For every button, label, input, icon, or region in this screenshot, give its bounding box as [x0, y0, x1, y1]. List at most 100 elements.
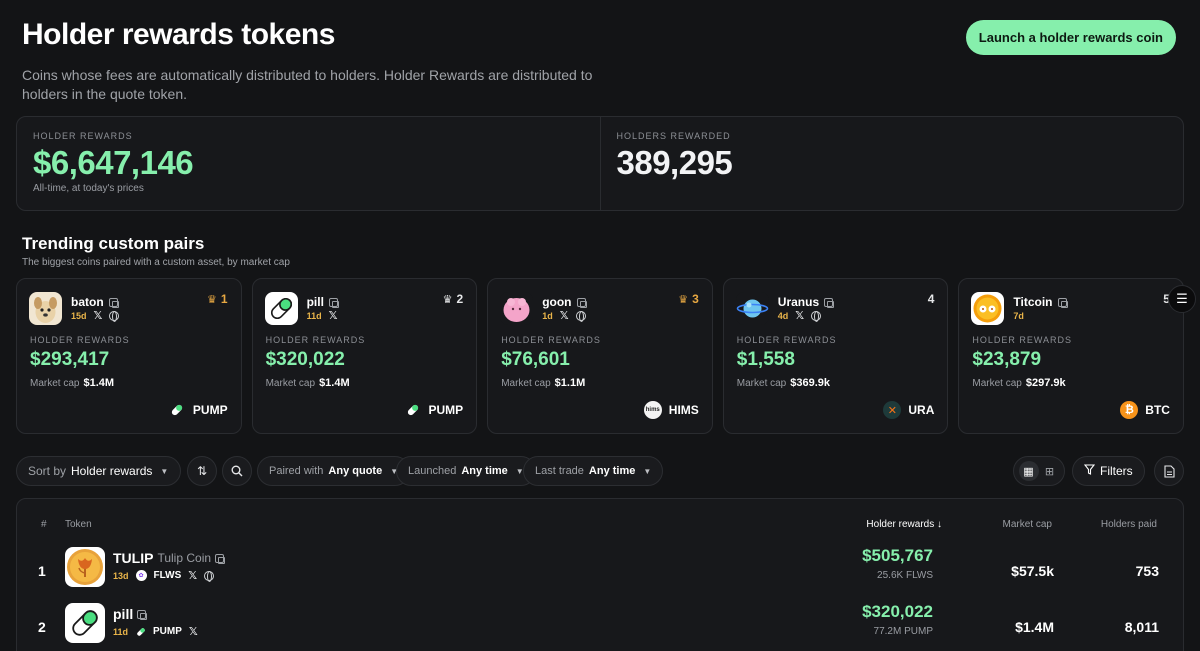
trending-card[interactable]: pill 11d 𝕏 ♛ 2 HOLDER REWARDS $320,022 Ma…: [251, 278, 478, 434]
row-meta: 13d ✿ FLWS 𝕏: [113, 570, 215, 582]
page-subtitle: Coins whose fees are automatically distr…: [22, 67, 593, 102]
trending-subtitle: The biggest coins paired with a custom a…: [22, 257, 290, 268]
filters-button[interactable]: Filters: [1072, 456, 1145, 486]
chevron-down-icon: ▼: [643, 466, 652, 476]
chevron-down-icon: ▼: [160, 466, 169, 476]
stat-value: 389,295: [616, 144, 733, 181]
holder-rewards-stat: HOLDER REWARDS $6,647,146 All-time, at t…: [17, 117, 600, 210]
pill-avatar-icon: [264, 292, 298, 325]
trending-title: Trending custom pairs: [22, 234, 205, 253]
card-rewards-value: $320,022: [265, 349, 345, 370]
row-rank: 1: [38, 563, 46, 579]
hims-icon: hims: [643, 401, 662, 419]
crown-icon: ♛: [442, 293, 453, 306]
view-toggle: ▦ ⊞: [1013, 456, 1065, 486]
row-token-name: TULIP Tulip Coin: [113, 550, 226, 566]
x-twitter-icon[interactable]: 𝕏: [188, 570, 197, 581]
stat-label: HOLDER REWARDS: [33, 131, 133, 141]
search-icon[interactable]: [222, 456, 252, 486]
copy-icon[interactable]: [824, 297, 835, 308]
page-header: Holder rewards tokens Coins whose fees a…: [22, 18, 662, 104]
row-market-cap: $1.4M: [1015, 619, 1054, 635]
card-quote-token: hims HIMS: [643, 401, 699, 419]
token-age: 13d: [113, 570, 129, 581]
column-header-holders-paid[interactable]: Holders paid: [1101, 519, 1157, 530]
launched-dropdown[interactable]: Launched Any time ▼: [396, 456, 536, 486]
card-rank: 4: [927, 292, 935, 306]
card-market-cap: Market cap $369.9k: [736, 377, 831, 389]
stat-value: $6,647,146: [33, 144, 194, 181]
card-rewards-label: HOLDER REWARDS: [501, 335, 601, 345]
flws-icon: ✿: [135, 570, 147, 581]
card-rewards-value: $293,417: [30, 349, 110, 370]
card-rank: ♛ 3: [678, 292, 699, 306]
card-rewards-value: $1,558: [736, 349, 795, 370]
row-holders-paid: 8,011: [1124, 619, 1159, 635]
card-quote-token: ₿ BTC: [1120, 401, 1170, 419]
card-meta: 1d 𝕏: [542, 311, 586, 322]
row-rank: 2: [38, 619, 46, 635]
grid-view-icon[interactable]: ⊞: [1040, 461, 1060, 481]
tulip-avatar-icon: [65, 547, 105, 587]
token-age: 7d: [1013, 311, 1024, 321]
pink-blob-avatar-icon: [500, 292, 534, 325]
card-quote-token: PUMP: [404, 401, 463, 419]
x-twitter-icon[interactable]: 𝕏: [329, 311, 338, 322]
globe-icon[interactable]: [204, 570, 215, 582]
trending-card[interactable]: baton 15d 𝕏 ♛ 1 HOLDER REWARDS $293,417 M…: [16, 278, 242, 434]
x-twitter-icon[interactable]: 𝕏: [560, 311, 569, 322]
copy-icon[interactable]: [108, 297, 119, 308]
globe-icon[interactable]: [109, 311, 120, 322]
card-quote-token: PUMP: [168, 401, 228, 419]
trending-cards: baton 15d 𝕏 ♛ 1 HOLDER REWARDS $293,417 M…: [16, 278, 1184, 434]
x-twitter-icon[interactable]: 𝕏: [94, 311, 103, 322]
export-file-icon[interactable]: [1154, 456, 1184, 486]
card-rewards-label: HOLDER REWARDS: [265, 335, 366, 345]
card-rewards-label: HOLDER REWARDS: [30, 335, 130, 345]
globe-icon[interactable]: [811, 311, 822, 322]
sort-direction-icon[interactable]: ⇅: [187, 456, 217, 486]
stats-panel: HOLDER REWARDS $6,647,146 All-time, at t…: [16, 116, 1184, 211]
dog-avatar-icon: [29, 292, 62, 325]
table-row[interactable]: 2 pill 11d PUMP 𝕏 $320,022 77.2M PUMP $1…: [17, 600, 1183, 651]
pill-avatar-icon: [65, 603, 105, 643]
token-age: 11d: [113, 626, 129, 637]
crown-icon: ♛: [678, 293, 689, 306]
card-market-cap: Market cap $1.1M: [501, 377, 586, 389]
card-market-cap: Market cap $297.9k: [972, 377, 1066, 389]
token-age: 11d: [306, 311, 322, 321]
holders-rewarded-stat: HOLDERS REWARDED 389,295: [599, 117, 1184, 210]
trending-card[interactable]: goon 1d 𝕏 ♛ 3 HOLDER REWARDS $76,601 Mark…: [487, 278, 713, 434]
table-view-icon[interactable]: ▦: [1018, 461, 1039, 481]
copy-icon[interactable]: [1057, 297, 1068, 308]
card-token-name: baton: [71, 295, 119, 309]
row-holder-rewards: $505,767 25.6K FLWS: [862, 546, 933, 581]
copy-icon[interactable]: [137, 609, 148, 620]
trending-card[interactable]: Titcoin 7d 5 HOLDER REWARDS $23,879 Mark…: [958, 278, 1184, 434]
planet-avatar-icon: [735, 292, 769, 325]
list-menu-icon[interactable]: ☰: [1168, 285, 1196, 313]
card-rewards-label: HOLDER REWARDS: [972, 335, 1073, 345]
row-meta: 11d PUMP 𝕏: [113, 626, 198, 637]
copy-icon[interactable]: [215, 553, 226, 564]
globe-icon[interactable]: [575, 311, 586, 322]
column-header-market-cap[interactable]: Market cap: [1003, 519, 1052, 530]
copy-icon[interactable]: [576, 297, 587, 308]
card-meta: 11d 𝕏: [306, 311, 338, 322]
x-twitter-icon[interactable]: 𝕏: [189, 626, 198, 637]
card-quote-token: ✕ URA: [883, 401, 934, 419]
sort-dropdown[interactable]: Sort by Holder rewards ▼: [16, 456, 181, 486]
row-market-cap: $57.5k: [1011, 563, 1054, 579]
last-trade-dropdown[interactable]: Last trade Any time ▼: [523, 456, 664, 486]
table-row[interactable]: 1 TULIP Tulip Coin 13d ✿ FLWS 𝕏 $505,767…: [17, 544, 1183, 600]
token-age: 4d: [777, 311, 789, 321]
paired-with-dropdown[interactable]: Paired with Any quote ▼: [257, 456, 411, 486]
row-holder-rewards: $320,022 77.2M PUMP: [862, 602, 933, 637]
launch-holder-rewards-button[interactable]: Launch a holder rewards coin: [965, 20, 1176, 55]
trending-card[interactable]: Uranus 4d 𝕏 4 HOLDER REWARDS $1,558 Mark…: [722, 278, 949, 434]
column-header-holder-rewards[interactable]: Holder rewards ↓: [866, 519, 942, 530]
copy-icon[interactable]: [328, 297, 339, 308]
card-market-cap: Market cap $1.4M: [265, 377, 350, 389]
x-twitter-icon[interactable]: 𝕏: [795, 311, 804, 322]
crown-icon: ♛: [207, 293, 217, 306]
